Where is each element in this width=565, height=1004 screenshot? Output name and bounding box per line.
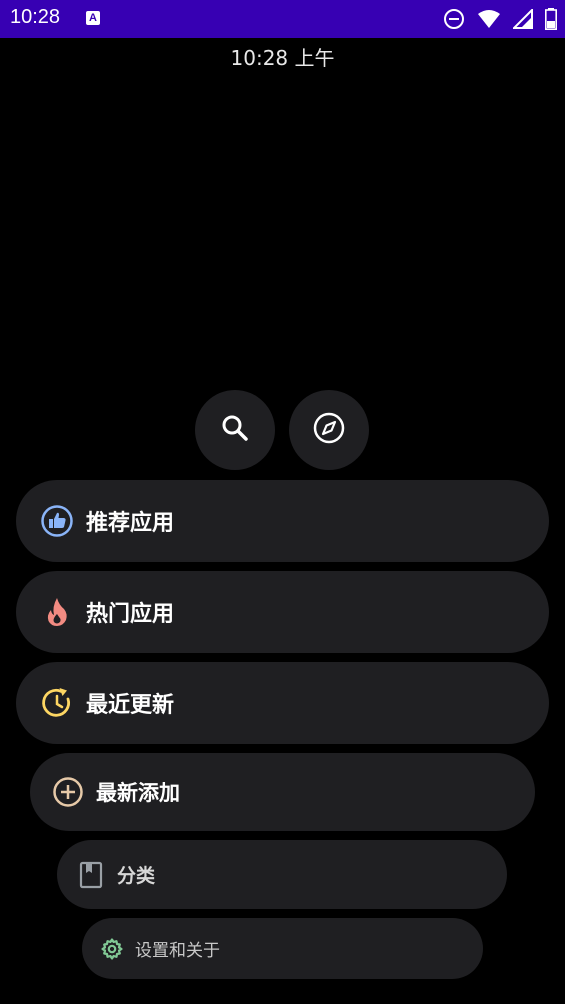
menu-item-label: 最新添加 bbox=[96, 781, 180, 805]
wifi-icon bbox=[477, 9, 501, 29]
status-bar: 10:28 A bbox=[0, 0, 565, 38]
do-not-disturb-icon bbox=[443, 8, 465, 30]
signal-icon bbox=[513, 9, 533, 29]
explore-button[interactable] bbox=[289, 390, 369, 470]
status-time: 10:28 bbox=[10, 6, 61, 28]
menu-item-label: 分类 bbox=[117, 865, 156, 887]
add-circle-icon bbox=[52, 776, 84, 808]
book-icon bbox=[79, 861, 105, 889]
menu-item-label: 推荐应用 bbox=[86, 511, 175, 536]
search-button[interactable] bbox=[195, 390, 275, 470]
menu-item-label: 设置和关于 bbox=[135, 941, 220, 961]
menu-item-categories[interactable]: 分类 bbox=[57, 840, 507, 909]
menu-item-popular[interactable]: 热门应用 bbox=[16, 571, 549, 653]
thumbs-up-icon bbox=[40, 504, 74, 538]
menu-item-recently-updated[interactable]: 最近更新 bbox=[16, 662, 549, 744]
menu-item-recommended[interactable]: 推荐应用 bbox=[16, 480, 549, 562]
search-icon bbox=[219, 412, 251, 448]
menu-item-label: 最近更新 bbox=[86, 693, 175, 718]
compass-icon bbox=[312, 411, 346, 449]
update-clock-icon bbox=[40, 686, 74, 720]
menu-item-label: 热门应用 bbox=[86, 602, 175, 627]
gear-icon bbox=[100, 937, 124, 961]
notification-a-icon: A bbox=[86, 11, 100, 25]
clock-text: 10:28 上午 bbox=[230, 46, 335, 70]
menu-item-newly-added[interactable]: 最新添加 bbox=[30, 753, 535, 831]
fire-icon bbox=[40, 595, 74, 629]
battery-icon bbox=[545, 8, 557, 30]
menu-item-settings-about[interactable]: 设置和关于 bbox=[82, 918, 483, 979]
